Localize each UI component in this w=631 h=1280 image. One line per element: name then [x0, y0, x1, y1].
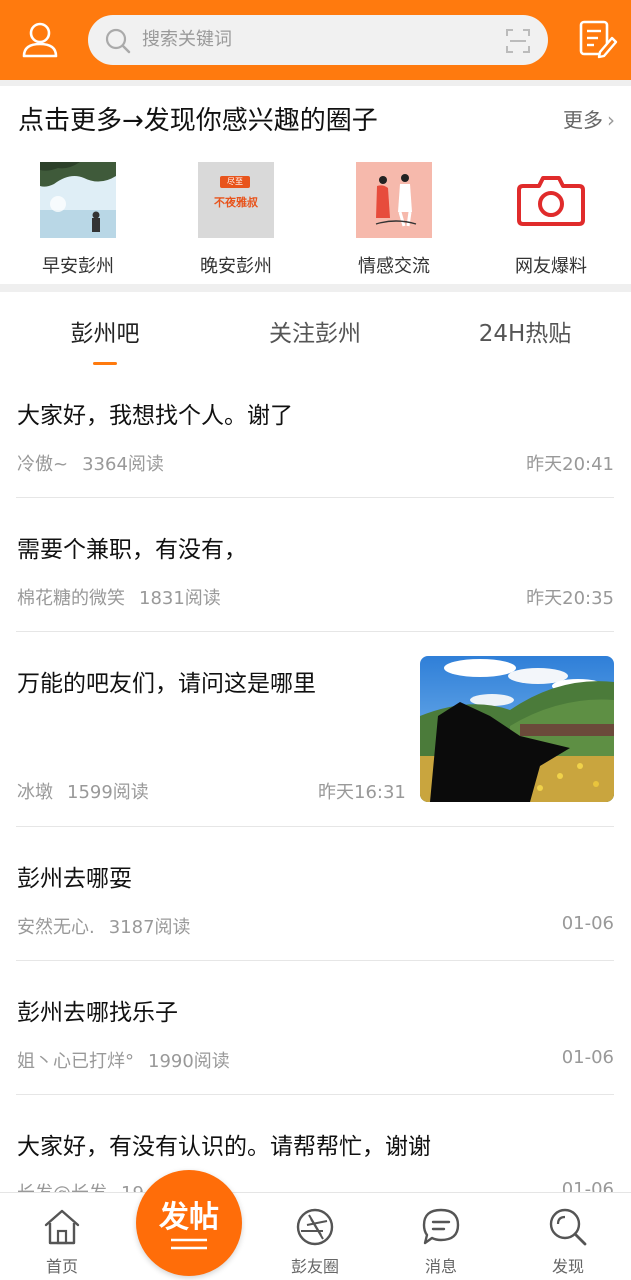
nav-label: 发现	[551, 1257, 584, 1276]
user-icon[interactable]	[18, 18, 62, 62]
camera-icon	[513, 162, 589, 238]
top-bar: 搜索关键词	[0, 0, 631, 80]
nav-home[interactable]: 首页	[22, 1205, 102, 1277]
section-gap	[0, 80, 631, 86]
aperture-icon	[296, 1208, 334, 1246]
chevron-right-icon: ›	[607, 108, 615, 132]
menu-bars-icon	[171, 1238, 207, 1250]
nav-label: 首页	[45, 1257, 78, 1276]
post-title: 大家好，有没有认识的。请帮帮忙，谢谢	[17, 1134, 431, 1160]
tab-follow-pengzhou[interactable]: 关注彭州	[255, 314, 375, 348]
edit-icon[interactable]	[576, 18, 618, 60]
active-tab-indicator	[93, 362, 117, 365]
post-time: 01-06	[561, 1047, 614, 1068]
message-icon	[422, 1208, 460, 1245]
circle-label: 网友爆料	[515, 256, 587, 277]
post-author: 姐丶心已打烊°	[17, 1051, 134, 1072]
post-time: 昨天20:41	[526, 454, 614, 475]
nav-label: 消息	[424, 1257, 457, 1276]
nav-messages[interactable]: 消息	[401, 1205, 481, 1277]
discover-search-icon	[549, 1208, 587, 1246]
post-meta: 安然无心. 3187阅读	[17, 913, 191, 939]
more-link[interactable]: 更多 ›	[563, 104, 615, 133]
post-meta: 冷傲~ 3364阅读	[17, 450, 164, 476]
post-time: 昨天20:35	[526, 588, 614, 609]
nav-discover[interactable]: 发现	[528, 1205, 608, 1277]
circle-item-morning[interactable]: 早安彭州	[23, 162, 133, 278]
circles-title: 点击更多→发现你感兴趣的圈子	[18, 106, 378, 136]
post-item[interactable]: 彭州去哪耍 安然无心. 3187阅读 01-06	[0, 827, 631, 961]
post-author: 棉花糖的微笑	[17, 588, 125, 609]
home-icon	[44, 1209, 80, 1245]
post-reads: 1831阅读	[139, 588, 221, 609]
post-author: 冷傲~	[17, 454, 69, 475]
post-title: 大家好，我想找个人。谢了	[17, 403, 293, 429]
post-reads: 1990阅读	[148, 1051, 230, 1072]
tab-bar: 彭州吧 关注彭州 24H热贴	[0, 292, 631, 376]
post-item[interactable]: 大家好，有没有认识的。请帮帮忙，谢谢 长发@长发19 01-06	[0, 1095, 631, 1204]
post-reads: 1599阅读	[67, 782, 149, 803]
search-placeholder: 搜索关键词	[142, 29, 232, 50]
circle-item-night[interactable]: 尽至 不夜雅叔 晚安彭州	[181, 162, 291, 278]
nav-pengyou-circle[interactable]: 彭友圈	[275, 1205, 355, 1277]
search-icon	[105, 28, 131, 54]
section-divider	[0, 284, 631, 292]
post-meta: 冰墩 1599阅读	[17, 778, 149, 804]
post-title: 万能的吧友们，请问这是哪里	[17, 671, 316, 697]
badge-top: 尽至	[220, 176, 250, 188]
post-fab-button[interactable]: 发帖	[136, 1170, 242, 1276]
circle-item-report[interactable]: 网友爆料	[496, 162, 606, 278]
search-bar[interactable]: 搜索关键词	[88, 15, 548, 65]
badge-bottom: 不夜雅叔	[214, 196, 258, 209]
tab-pengzhouba[interactable]: 彭州吧	[60, 314, 150, 348]
emotion-thumbnail	[356, 162, 432, 238]
post-reads: 3187阅读	[108, 917, 191, 938]
post-thumbnail[interactable]	[420, 656, 614, 802]
bottom-nav: 首页 彭友圈 消息 发现	[0, 1192, 631, 1280]
scan-icon[interactable]	[504, 27, 532, 55]
post-title: 需要个兼职，有没有，	[17, 537, 247, 563]
post-meta: 姐丶心已打烊° 1990阅读	[17, 1047, 230, 1073]
post-item[interactable]: 万能的吧友们，请问这是哪里 冰墩 1599阅读 昨天16:31	[0, 632, 631, 827]
circle-label: 情感交流	[358, 256, 430, 277]
fab-label: 发帖	[159, 1200, 219, 1235]
post-reads: 3364阅读	[82, 454, 164, 475]
circles-section: 点击更多→发现你感兴趣的圈子 更多 › 早安彭州 尽至 不夜雅叔 晚安彭州 情感…	[0, 80, 631, 284]
circle-label: 晚安彭州	[200, 256, 272, 277]
post-item[interactable]: 需要个兼职，有没有， 棉花糖的微笑 1831阅读 昨天20:35	[0, 498, 631, 632]
post-title: 彭州去哪耍	[17, 866, 132, 892]
tab-24h-hot[interactable]: 24H热贴	[465, 314, 585, 348]
circle-label: 早安彭州	[42, 256, 114, 277]
post-item[interactable]: 大家好，我想找个人。谢了 冷傲~ 3364阅读 昨天20:41	[0, 376, 631, 498]
post-time: 昨天16:31	[318, 782, 406, 803]
post-meta: 棉花糖的微笑 1831阅读	[17, 584, 221, 610]
night-thumbnail: 尽至 不夜雅叔	[198, 162, 274, 238]
post-author: 安然无心.	[17, 917, 95, 938]
post-item[interactable]: 彭州去哪找乐子 姐丶心已打烊° 1990阅读 01-06	[0, 961, 631, 1095]
post-title: 彭州去哪找乐子	[17, 1000, 178, 1026]
post-time: 01-06	[561, 913, 614, 934]
morning-thumbnail	[40, 162, 116, 238]
circle-item-emotion[interactable]: 情感交流	[339, 162, 449, 278]
nav-label: 彭友圈	[290, 1257, 339, 1276]
post-author: 冰墩	[17, 782, 53, 803]
more-label: 更多	[563, 108, 603, 132]
